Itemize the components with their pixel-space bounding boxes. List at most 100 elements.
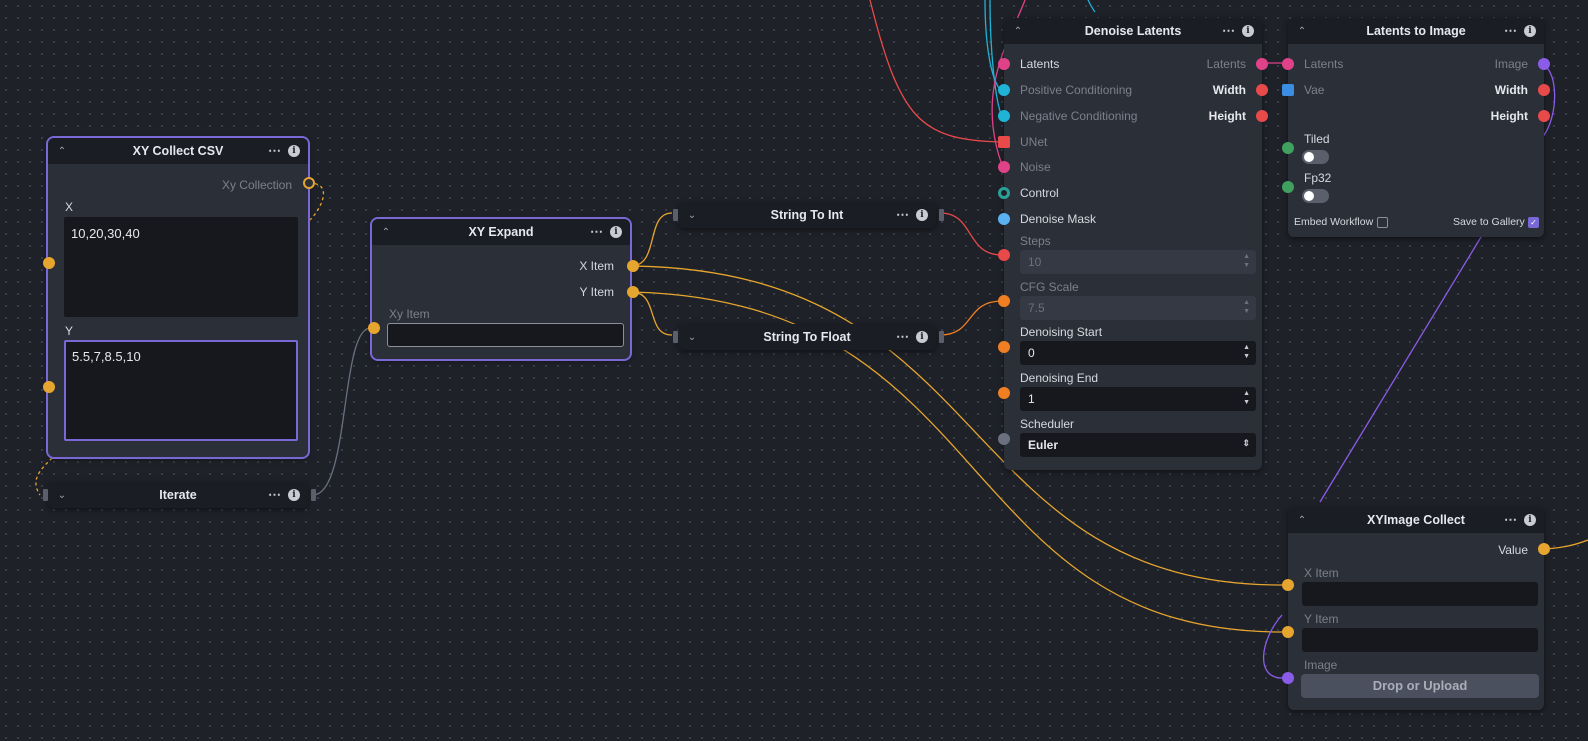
- more-icon[interactable]: ⋯: [896, 207, 910, 223]
- handle-xyimage-y-item-input[interactable]: [1282, 626, 1294, 638]
- handle-y-input[interactable]: [43, 381, 55, 393]
- drop-or-upload-button[interactable]: Drop or Upload: [1301, 674, 1539, 698]
- node-iterate[interactable]: ⌄ Iterate ⋯ i: [48, 482, 308, 508]
- handle-l2i-width-output[interactable]: [1538, 84, 1550, 96]
- node-header[interactable]: ⌃ XYImage Collect ⋯ i: [1288, 507, 1544, 533]
- handle-xyimage-image-input[interactable]: [1282, 672, 1294, 684]
- handle-str-int-input[interactable]: [673, 209, 678, 221]
- node-xy-collect-csv[interactable]: ⌃ XY Collect CSV ⋯ i Xy Collection X 10,…: [46, 136, 310, 459]
- input-label-negative-conditioning: Negative Conditioning: [1020, 109, 1138, 123]
- stepper-arrows-icon[interactable]: ▲ ▼: [1243, 298, 1250, 316]
- handle-control-input[interactable]: [998, 187, 1010, 199]
- handle-x-item-output[interactable]: [627, 260, 639, 272]
- handle-fp32-input[interactable]: [1282, 181, 1294, 193]
- handle-image-output[interactable]: [1538, 58, 1550, 70]
- handle-l2i-latents-input[interactable]: [1282, 58, 1294, 70]
- handle-xy-item-input[interactable]: [368, 322, 380, 334]
- more-icon[interactable]: ⋯: [1504, 512, 1518, 528]
- node-header[interactable]: ⌃ XY Collect CSV ⋯ i: [48, 138, 308, 164]
- handle-scheduler-input[interactable]: [998, 433, 1010, 445]
- info-icon[interactable]: i: [288, 489, 300, 501]
- handle-denoising-end-input[interactable]: [998, 387, 1010, 399]
- node-header[interactable]: ⌃ XY Expand ⋯ i: [372, 219, 630, 245]
- cfg-scale-number-input[interactable]: 7.5 ▲ ▼: [1020, 296, 1256, 320]
- node-string-to-int[interactable]: ⌄ String To Int ⋯ i: [678, 202, 936, 228]
- node-latents-to-image[interactable]: ⌃ Latents to Image ⋯ i Latents Vae Image…: [1288, 18, 1544, 237]
- chevron-up-icon[interactable]: ⌃: [376, 227, 396, 238]
- x-textarea[interactable]: 10,20,30,40: [64, 217, 298, 317]
- handle-iterate-input[interactable]: [43, 489, 48, 501]
- scheduler-select[interactable]: Euler ⇕: [1020, 433, 1256, 457]
- handle-denoise-mask-input[interactable]: [998, 213, 1010, 225]
- save-to-gallery-checkbox[interactable]: ✓: [1528, 217, 1539, 228]
- handle-x-input[interactable]: [43, 257, 55, 269]
- node-header[interactable]: ⌄ String To Float ⋯ i: [678, 324, 936, 350]
- handle-l2i-height-output[interactable]: [1538, 110, 1550, 122]
- input-label-noise: Noise: [1020, 160, 1051, 174]
- handle-vae-input[interactable]: [1282, 84, 1294, 96]
- handle-latents-input[interactable]: [998, 58, 1010, 70]
- node-header[interactable]: ⌄ Iterate ⋯ i: [48, 482, 308, 508]
- handle-str-float-output[interactable]: [939, 331, 944, 343]
- y-textarea[interactable]: 5.5,7,8.5,10: [64, 340, 298, 441]
- embed-workflow-checkbox[interactable]: [1377, 217, 1388, 228]
- node-xyimage-collect[interactable]: ⌃ XYImage Collect ⋯ i Value X Item Y Ite…: [1288, 507, 1544, 710]
- denoising-end-input[interactable]: 1 ▲ ▼: [1020, 387, 1256, 411]
- fp32-toggle[interactable]: [1302, 189, 1329, 203]
- info-icon[interactable]: i: [916, 331, 928, 343]
- handle-height-output[interactable]: [1256, 110, 1268, 122]
- handle-positive-conditioning-input[interactable]: [998, 84, 1010, 96]
- denoising-start-input[interactable]: 0 ▲ ▼: [1020, 341, 1256, 365]
- handle-str-int-output[interactable]: [939, 209, 944, 221]
- denoising-start-value: 0: [1028, 346, 1035, 360]
- node-xy-expand[interactable]: ⌃ XY Expand ⋯ i X Item Y Item Xy Item: [370, 217, 632, 361]
- tiled-toggle[interactable]: [1302, 150, 1329, 164]
- more-icon[interactable]: ⋯: [1504, 23, 1518, 39]
- handle-xy-collection-output[interactable]: [303, 177, 315, 189]
- handle-latents-output[interactable]: [1256, 58, 1268, 70]
- xy-item-input[interactable]: [387, 323, 624, 347]
- info-icon[interactable]: i: [610, 226, 622, 238]
- handle-iterate-output[interactable]: [311, 489, 316, 501]
- x-item-input[interactable]: [1302, 582, 1538, 606]
- handle-steps-input[interactable]: [998, 249, 1010, 261]
- handle-denoising-start-input[interactable]: [998, 341, 1010, 353]
- more-icon[interactable]: ⋯: [896, 329, 910, 345]
- node-header[interactable]: ⌃ Latents to Image ⋯ i: [1288, 18, 1544, 44]
- chevron-up-icon[interactable]: ⌃: [1292, 515, 1312, 526]
- info-icon[interactable]: i: [288, 145, 300, 157]
- node-string-to-float[interactable]: ⌄ String To Float ⋯ i: [678, 324, 936, 350]
- steps-number-input[interactable]: 10 ▲ ▼: [1020, 250, 1256, 274]
- handle-str-float-input[interactable]: [673, 331, 678, 343]
- stepper-arrows-icon[interactable]: ▲ ▼: [1243, 389, 1250, 407]
- chevron-up-icon[interactable]: ⌃: [52, 146, 72, 157]
- handle-negative-conditioning-input[interactable]: [998, 110, 1010, 122]
- handle-value-output[interactable]: [1538, 543, 1550, 555]
- info-icon[interactable]: i: [1524, 514, 1536, 526]
- handle-unet-input[interactable]: [998, 136, 1010, 148]
- node-header[interactable]: ⌃ Denoise Latents ⋯ i: [1004, 18, 1262, 44]
- handle-tiled-input[interactable]: [1282, 142, 1294, 154]
- stepper-arrows-icon[interactable]: ▲ ▼: [1243, 343, 1250, 361]
- more-icon[interactable]: ⋯: [268, 143, 282, 159]
- chevron-down-icon[interactable]: ⌄: [682, 210, 702, 221]
- chevron-down-icon[interactable]: ⌄: [52, 490, 72, 501]
- info-icon[interactable]: i: [1524, 25, 1536, 37]
- more-icon[interactable]: ⋯: [1222, 23, 1236, 39]
- more-icon[interactable]: ⋯: [268, 487, 282, 503]
- handle-cfg-scale-input[interactable]: [998, 295, 1010, 307]
- handle-width-output[interactable]: [1256, 84, 1268, 96]
- more-icon[interactable]: ⋯: [590, 224, 604, 240]
- handle-y-item-output[interactable]: [627, 286, 639, 298]
- chevron-up-icon[interactable]: ⌃: [1008, 26, 1028, 37]
- chevron-up-icon[interactable]: ⌃: [1292, 26, 1312, 37]
- y-item-input[interactable]: [1302, 628, 1538, 652]
- chevron-down-icon[interactable]: ⌄: [682, 332, 702, 343]
- stepper-arrows-icon[interactable]: ▲ ▼: [1243, 252, 1250, 270]
- node-header[interactable]: ⌄ String To Int ⋯ i: [678, 202, 936, 228]
- node-denoise-latents[interactable]: ⌃ Denoise Latents ⋯ i Latents Positive C…: [1004, 18, 1262, 470]
- info-icon[interactable]: i: [1242, 25, 1254, 37]
- handle-noise-input[interactable]: [998, 161, 1010, 173]
- info-icon[interactable]: i: [916, 209, 928, 221]
- handle-xyimage-x-item-input[interactable]: [1282, 579, 1294, 591]
